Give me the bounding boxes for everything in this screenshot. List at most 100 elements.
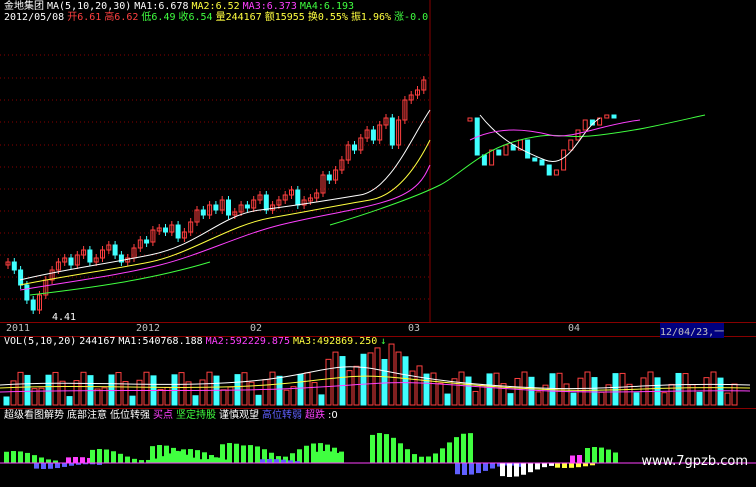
volume-bar <box>437 382 444 406</box>
axis-label-2012: 2012 <box>136 323 161 334</box>
vol-ma2: MA2:592229.875 <box>205 336 290 347</box>
volume-bar <box>3 396 10 406</box>
indicator-bar <box>462 463 467 475</box>
indicator-bar <box>398 443 403 463</box>
indicator-bar <box>454 437 459 463</box>
indicator-bar <box>97 449 102 463</box>
indicator-bar <box>274 459 279 463</box>
indicator-bar <box>476 463 481 474</box>
watermark: www.7gpzb.com <box>641 454 748 469</box>
indicator-bar <box>281 459 286 463</box>
volume-bar <box>682 373 689 406</box>
ma-line <box>469 119 641 141</box>
volume-bar <box>724 392 731 406</box>
volume-bar <box>360 353 367 406</box>
indicator-bar <box>267 459 272 463</box>
indicator-bar <box>468 433 473 463</box>
indicator-bar <box>90 449 95 463</box>
indicator-bar <box>528 463 533 473</box>
indicator-bar <box>199 459 204 463</box>
indicator-bar <box>46 459 51 463</box>
indicator-bar <box>62 463 67 467</box>
volume-bar <box>283 389 290 406</box>
volume-bar <box>479 385 486 406</box>
indicator-bar <box>220 444 225 463</box>
indicator-bar <box>483 463 488 471</box>
volume-bar <box>731 383 738 406</box>
candlesticks <box>5 76 617 314</box>
indicator-bar <box>118 453 123 463</box>
volume-bar <box>528 376 535 406</box>
volume-bar <box>24 374 31 406</box>
indicator-bar <box>66 457 71 463</box>
indicator-bar <box>322 451 327 463</box>
candle <box>604 114 610 119</box>
volume-bar <box>59 380 66 406</box>
indicator-title: 超级看图解势 <box>4 410 64 421</box>
volume-bar <box>171 374 178 406</box>
volume-bar <box>45 374 52 406</box>
candle <box>539 159 545 166</box>
volume-bar <box>563 383 570 406</box>
indicator-bar <box>370 434 375 463</box>
volume-bar <box>297 373 304 406</box>
volume-bar <box>276 375 283 406</box>
volume-bar <box>612 373 619 406</box>
volume-bar <box>52 371 59 406</box>
indicator-bar <box>234 443 239 463</box>
volume-bar <box>430 372 437 406</box>
volume-bar <box>402 356 409 406</box>
indicator-bar <box>111 451 116 463</box>
indicator-hold: 坚定持股 <box>176 410 216 421</box>
volume-bar <box>206 371 213 406</box>
indicator-bar <box>440 448 445 463</box>
indicator-bar <box>25 452 30 463</box>
indicator-bar <box>577 455 582 463</box>
volume-bar <box>255 394 262 406</box>
volume-bar <box>353 365 360 406</box>
volume-bar <box>388 343 395 406</box>
indicator-buy-point: 买点 <box>153 410 173 421</box>
volume-bar <box>73 380 80 406</box>
volume-bar <box>486 373 493 406</box>
indicator-oversold: 超跌 <box>305 410 325 421</box>
indicator-bar <box>260 459 265 463</box>
candle <box>489 149 495 166</box>
candle <box>546 164 552 176</box>
indicator-bar <box>150 446 155 463</box>
candle <box>611 114 617 119</box>
indicator-bar <box>157 445 162 463</box>
indicator-bar <box>206 459 211 463</box>
indicator-bar <box>248 449 253 463</box>
volume-bar <box>416 365 423 406</box>
volume-bar <box>339 356 346 406</box>
volume-header: VOL(5,10,20) 244167 MA1:540768.188 MA2:5922… <box>4 336 389 347</box>
indicator-bar <box>461 433 466 463</box>
indicator-bar <box>315 451 320 463</box>
indicator-bar <box>48 463 53 469</box>
indicator-bar <box>227 443 232 463</box>
indicator-header: 超级看图解势 底部注意 低位转强 买点 坚定持股 谨慎观望 高位转弱 超跌:0 <box>4 410 341 421</box>
volume-bar <box>241 372 248 406</box>
volume-bar <box>556 372 563 406</box>
indicator-bar <box>570 455 575 463</box>
indicator-bar <box>132 458 137 463</box>
axis-label-04: 04 <box>568 323 581 334</box>
volume-bar <box>94 388 101 406</box>
vol-ma3: MA3:492869.250 <box>292 336 378 347</box>
indicator-bar <box>576 463 581 468</box>
volume-bar <box>465 376 472 406</box>
candle <box>467 117 473 122</box>
vol-arrow: ↓ <box>380 336 387 347</box>
indicator-bars <box>4 433 618 477</box>
indicator-bar <box>192 457 197 463</box>
indicator-bar <box>329 451 334 463</box>
candle <box>582 119 588 131</box>
time-axis: 2011 2012 02 03 04 12/04/23,一 <box>0 322 756 338</box>
indicator-bar <box>377 433 382 463</box>
indicator-bar <box>426 456 431 463</box>
indicator-bar <box>569 463 574 468</box>
volume-bar <box>591 377 598 406</box>
indicator-low-strong: 低位转强 <box>110 410 150 421</box>
indicator-bar <box>178 451 183 463</box>
